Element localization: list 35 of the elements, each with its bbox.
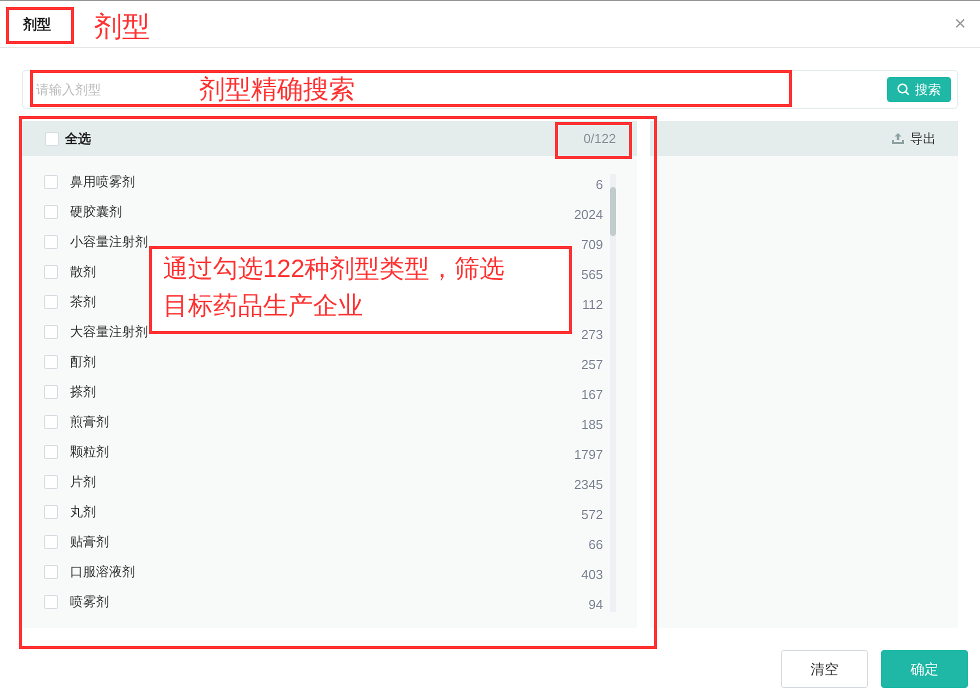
option-count: 167 bbox=[581, 386, 603, 404]
option-count: 257 bbox=[581, 356, 603, 374]
selection-counter: 0/122 bbox=[583, 130, 616, 148]
annotation-text: 剂型 bbox=[94, 10, 150, 44]
option-label: 搽剂 bbox=[70, 383, 96, 402]
option-count: 185 bbox=[581, 416, 603, 434]
option-label: 酊剂 bbox=[70, 353, 96, 372]
option-label: 小容量注射剂 bbox=[70, 233, 148, 252]
option-label: 贴膏剂 bbox=[70, 533, 109, 552]
option-label: 颗粒剂 bbox=[70, 443, 109, 462]
option-label: 茶剂 bbox=[70, 293, 96, 312]
option-count: 273 bbox=[581, 326, 603, 344]
option-count: 1797 bbox=[574, 446, 603, 464]
option-label: 煎膏剂 bbox=[70, 413, 109, 432]
option-count: 94 bbox=[588, 596, 603, 614]
option-label: 片剂 bbox=[70, 473, 96, 492]
option-label: 大容量注射剂 bbox=[70, 323, 148, 342]
option-count: 403 bbox=[581, 566, 603, 584]
option-label: 散剂 bbox=[70, 263, 96, 282]
annotation-tooltip: 通过勾选122种剂型类型，筛选 目标药品生产企业 bbox=[149, 246, 572, 334]
annotation-text: 剂型精确搜索 bbox=[199, 73, 355, 106]
option-count: 565 bbox=[581, 266, 603, 284]
option-count: 709 bbox=[581, 236, 603, 254]
option-count: 66 bbox=[588, 536, 603, 554]
option-count: 2345 bbox=[574, 476, 603, 494]
option-label: 喷雾剂 bbox=[70, 593, 109, 612]
option-count: 572 bbox=[581, 506, 603, 524]
option-label: 硬胶囊剂 bbox=[70, 203, 122, 222]
option-label: 丸剂 bbox=[70, 503, 96, 522]
option-count: 2024 bbox=[574, 206, 603, 224]
option-count: 112 bbox=[582, 296, 603, 314]
option-count: 6 bbox=[596, 176, 603, 194]
option-label: 鼻用喷雾剂 bbox=[70, 173, 135, 192]
option-label: 口服溶液剂 bbox=[70, 563, 135, 582]
dialog-title: 剂型 bbox=[23, 14, 51, 34]
